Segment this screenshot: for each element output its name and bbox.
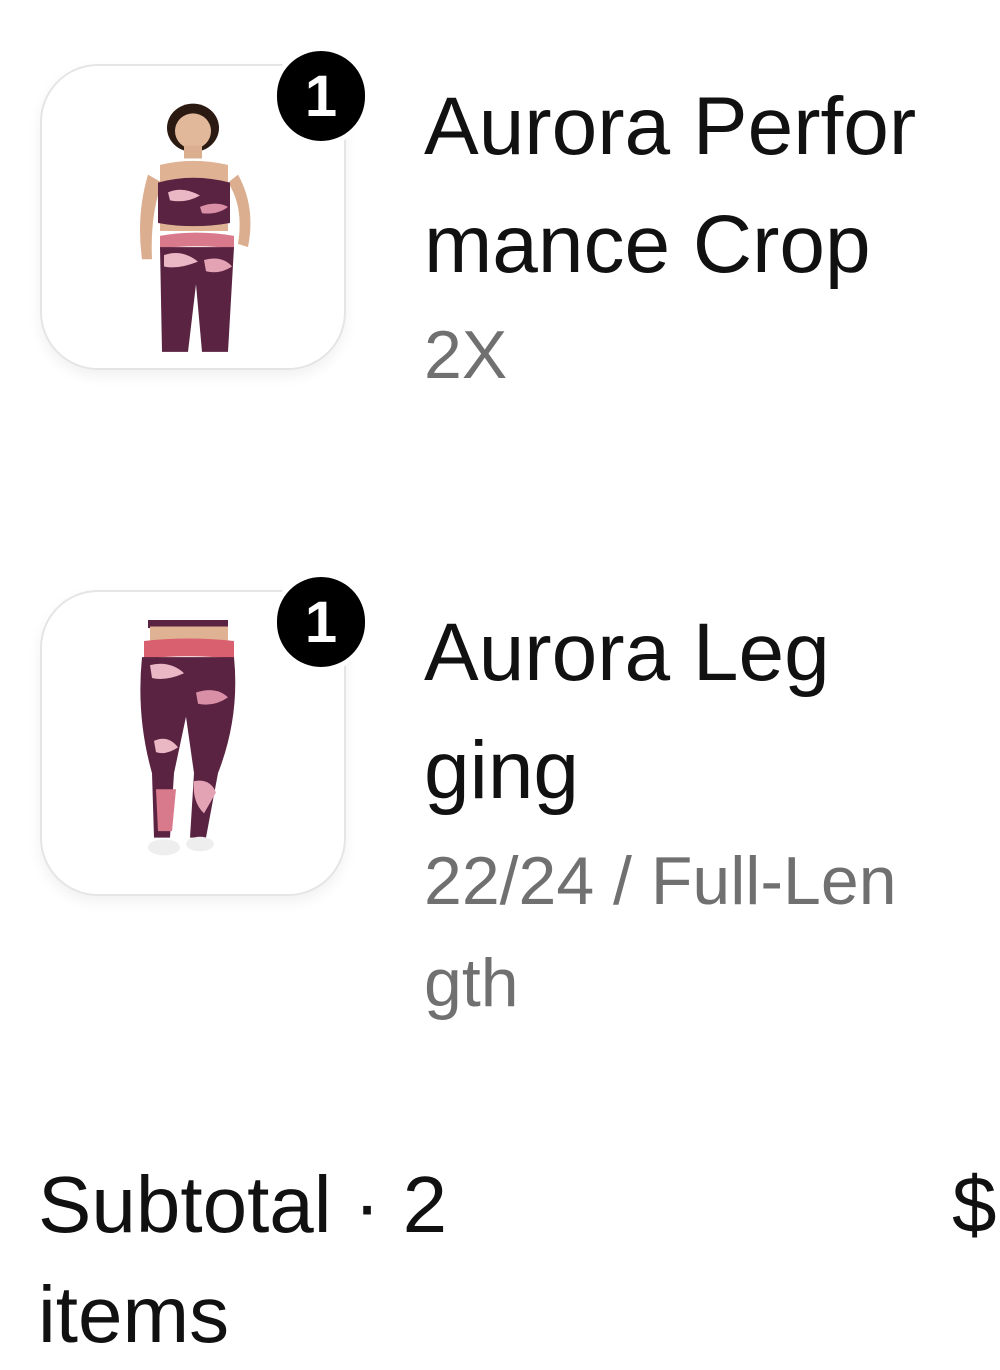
product-photo-legging xyxy=(78,620,308,894)
order-summary: Subtotal · 2 items $ xyxy=(38,1150,1000,1359)
item-title[interactable]: Aurora Performance Crop xyxy=(424,68,944,304)
item-variant: 2X xyxy=(424,317,508,393)
model-figure-icon xyxy=(78,94,308,368)
quantity-badge: 1 xyxy=(272,572,370,672)
item-details: Aurora Legging 22/24 / Full-Length xyxy=(424,594,964,1034)
item-variant: 22/24 / Full-Length xyxy=(424,843,897,1021)
item-title[interactable]: Aurora Legging xyxy=(424,594,864,830)
subtotal-value: $ xyxy=(952,1160,997,1249)
model-legs-icon xyxy=(78,620,308,894)
quantity-badge: 1 xyxy=(272,46,370,146)
item-details: Aurora Performance Crop 2X xyxy=(424,68,964,406)
product-photo-crop xyxy=(78,94,308,368)
subtotal-label: Subtotal · 2 items xyxy=(38,1160,448,1359)
